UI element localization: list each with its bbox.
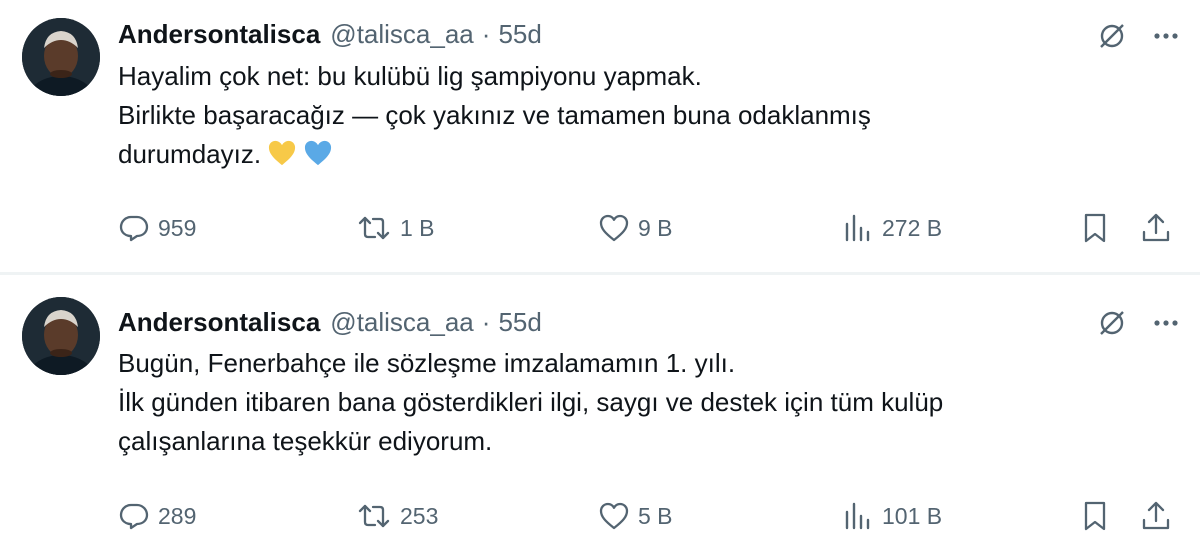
repost-count: 253 [400, 502, 439, 529]
like-button[interactable]: 5 B [598, 496, 673, 536]
tweet-header: Andersontalisca @talisca_aa · 55d [118, 16, 542, 52]
share-icon [1140, 212, 1172, 244]
tweet-text-line: Birlikte başaracağız — çok yakınız ve ta… [118, 100, 871, 130]
tweet-header: Andersontalisca @talisca_aa · 55d [118, 304, 542, 340]
yellow-heart-emoji [267, 139, 297, 167]
like-count: 5 B [638, 502, 673, 529]
reply-count: 959 [158, 214, 197, 241]
repost-count: 1 B [400, 214, 435, 241]
avatar[interactable] [22, 18, 100, 96]
views-icon [842, 212, 874, 244]
reply-count: 289 [158, 502, 197, 529]
avatar[interactable] [22, 297, 100, 375]
views-icon [842, 500, 874, 532]
timestamp[interactable]: 55d [498, 307, 541, 338]
tweet-text-line: durumdayız. [118, 135, 1078, 174]
tweet-text-line: İlk günden itibaren bana gösterdikleri i… [118, 387, 944, 417]
timestamp[interactable]: 55d [498, 19, 541, 50]
author-name[interactable]: Andersontalisca [118, 307, 320, 338]
repost-button[interactable]: 253 [356, 496, 438, 536]
tweet-top-actions [1096, 20, 1182, 52]
author-handle[interactable]: @talisca_aa [330, 307, 473, 338]
tweet-text: Bugün, Fenerbahçe ile sözleşme imzalamam… [118, 344, 1078, 461]
tweet-feed: Andersontalisca @talisca_aa · 55d Hayali… [0, 0, 1200, 554]
blue-heart-emoji [303, 139, 333, 167]
tweet-text-line: Bugün, Fenerbahçe ile sözleşme imzalamam… [118, 348, 736, 378]
tweet-top-actions [1096, 307, 1182, 339]
author-name[interactable]: Andersontalisca [118, 19, 320, 50]
tweet[interactable]: Andersontalisca @talisca_aa · 55d Bugün,… [0, 275, 1200, 554]
reply-icon [118, 212, 150, 244]
repost-icon [356, 500, 392, 532]
share-button[interactable] [1140, 496, 1172, 536]
like-icon [598, 501, 630, 531]
author-handle[interactable]: @talisca_aa [330, 19, 473, 50]
tweet-text-fragment: durumdayız. [118, 139, 262, 169]
repost-icon [356, 212, 392, 244]
tweet-actions: 959 1 B 9 B 272 B [118, 208, 1182, 248]
like-button[interactable]: 9 B [598, 208, 673, 248]
bookmark-icon [1080, 500, 1110, 532]
more-icon[interactable] [1150, 20, 1182, 52]
reply-icon [118, 500, 150, 532]
views-button[interactable]: 101 B [842, 496, 942, 536]
like-icon [598, 213, 630, 243]
tweet-text-line: Hayalim çok net: bu kulübü lig şampiyonu… [118, 61, 702, 91]
tweet[interactable]: Andersontalisca @talisca_aa · 55d Hayali… [0, 0, 1200, 272]
tweet-actions: 289 253 5 B 101 B [118, 496, 1182, 536]
separator-dot: · [481, 18, 491, 49]
tweet-text: Hayalim çok net: bu kulübü lig şampiyonu… [118, 57, 1078, 174]
share-icon [1140, 500, 1172, 532]
bookmark-icon [1080, 212, 1110, 244]
repost-button[interactable]: 1 B [356, 208, 435, 248]
views-count: 101 B [882, 502, 943, 529]
separator-dot: · [481, 306, 491, 337]
tweet-text-line: çalışanlarına teşekkür ediyorum. [118, 426, 493, 456]
reply-button[interactable]: 289 [118, 496, 196, 536]
like-count: 9 B [638, 214, 673, 241]
bookmark-button[interactable] [1080, 496, 1110, 536]
grok-icon[interactable] [1096, 307, 1128, 339]
views-button[interactable]: 272 B [842, 208, 942, 248]
more-icon[interactable] [1150, 307, 1182, 339]
reply-button[interactable]: 959 [118, 208, 196, 248]
grok-icon[interactable] [1096, 20, 1128, 52]
share-button[interactable] [1140, 208, 1172, 248]
bookmark-button[interactable] [1080, 208, 1110, 248]
views-count: 272 B [882, 214, 943, 241]
